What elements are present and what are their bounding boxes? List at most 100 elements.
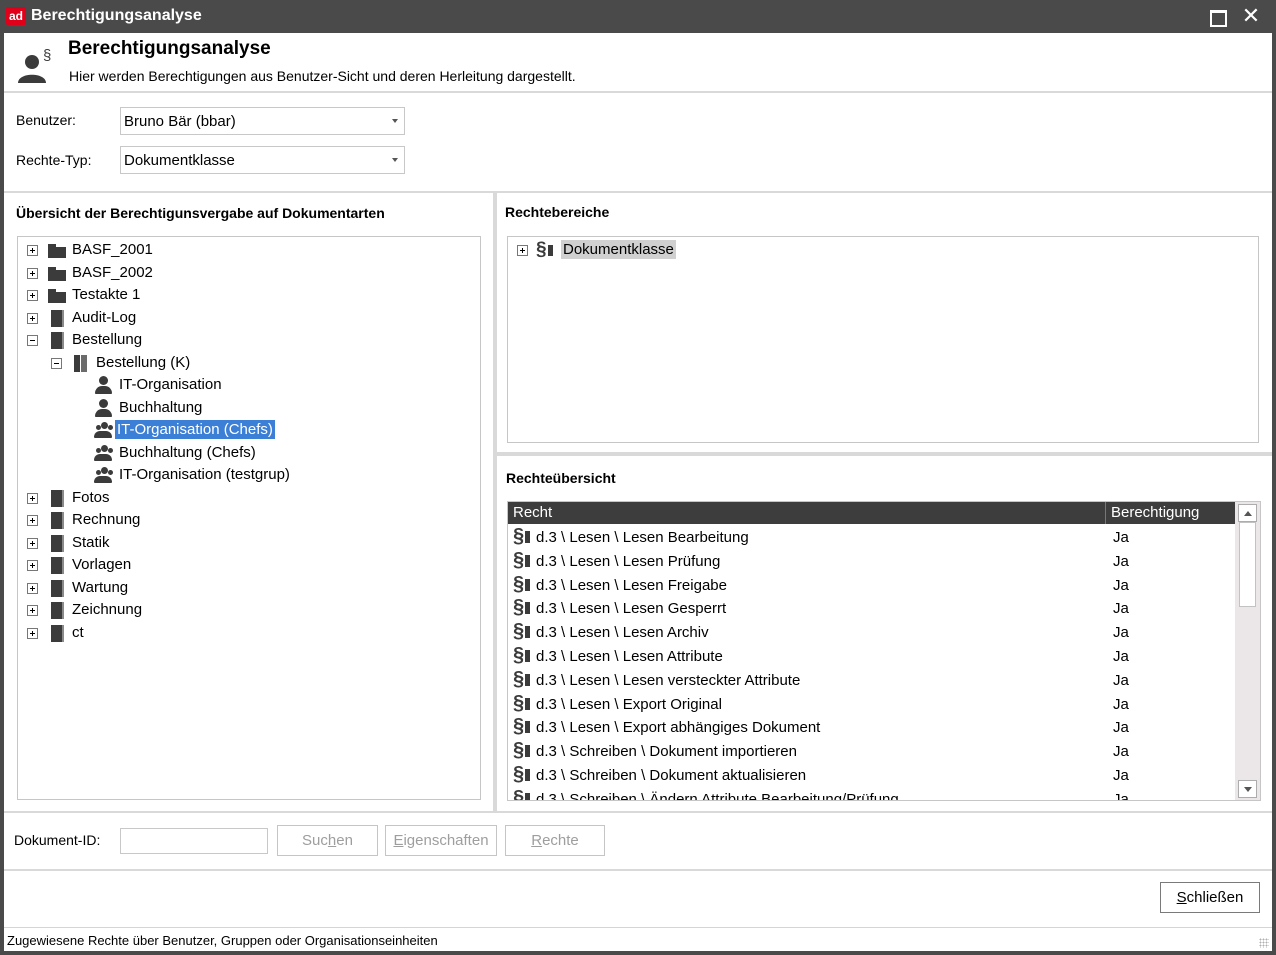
table-row[interactable]: § d.3 \ Lesen \ Lesen Prüfung Ja	[508, 549, 1235, 573]
paragraph-doc-icon: §	[513, 716, 531, 736]
document-id-input[interactable]	[120, 828, 268, 854]
search-button-accesskey: h	[327, 832, 337, 849]
tree-item-label[interactable]: IT-Organisation (testgrup)	[117, 465, 292, 484]
paragraph-doc-icon: §	[513, 621, 531, 641]
tree-item-label[interactable]: Vorlagen	[70, 555, 133, 574]
rights-type-label: Rechte-Typ:	[16, 152, 92, 168]
right-value: Ja	[1113, 552, 1129, 570]
table-row[interactable]: § d.3 \ Lesen \ Export abhängiges Dokume…	[508, 715, 1235, 739]
rights-button[interactable]: Rechte	[505, 825, 605, 856]
expand-icon[interactable]	[27, 537, 38, 549]
page-description: Hier werden Berechtigungen aus Benutzer-…	[69, 68, 576, 84]
tree-item-label[interactable]: Buchhaltung	[117, 398, 204, 417]
window-title: Berechtigungsanalyse	[31, 7, 202, 24]
divider	[4, 91, 1272, 93]
tree-item-label[interactable]: Rechnung	[70, 510, 142, 529]
scroll-down-icon[interactable]	[1238, 780, 1257, 798]
tree-item-label[interactable]: ct	[70, 623, 86, 642]
rights-type-select[interactable]: Dokumentklasse	[120, 146, 405, 174]
column-header-recht[interactable]: Recht	[513, 504, 552, 521]
tree-item-label[interactable]: IT-Organisation	[117, 375, 224, 394]
table-row[interactable]: § d.3 \ Lesen \ Lesen versteckter Attrib…	[508, 668, 1235, 692]
table-header: Recht Berechtigung	[508, 502, 1235, 524]
paragraph-doc-icon: §	[513, 693, 531, 713]
expand-icon[interactable]	[27, 492, 38, 504]
rights-table[interactable]: Recht Berechtigung § d.3 \ Lesen \ Lesen…	[507, 501, 1261, 801]
collapse-icon[interactable]	[27, 335, 38, 346]
right-value: Ja	[1113, 624, 1129, 642]
folder-icon	[48, 286, 66, 304]
table-row[interactable]: § d.3 \ Schreiben \ Ändern Attribute Bea…	[508, 787, 1235, 800]
search-button-label: en	[336, 832, 353, 849]
table-row[interactable]: § d.3 \ Lesen \ Lesen Gesperrt Ja	[508, 596, 1235, 620]
vertical-splitter[interactable]	[493, 193, 497, 813]
resize-grip-icon[interactable]	[1259, 938, 1269, 948]
dialog-client: § Berechtigungsanalyse Hier werden Berec…	[4, 33, 1272, 951]
table-row[interactable]: § d.3 \ Lesen \ Export Original Ja	[508, 692, 1235, 716]
expand-icon[interactable]	[27, 245, 38, 256]
rechteuebersicht-title: Rechteübersicht	[506, 470, 616, 486]
expand-icon[interactable]	[27, 582, 38, 594]
tree-item-label[interactable]: Buchhaltung (Chefs)	[117, 443, 258, 462]
user-select-value: Bruno Bär (bbar)	[124, 113, 236, 130]
table-row[interactable]: § d.3 \ Lesen \ Lesen Archiv Ja	[508, 620, 1235, 644]
expand-icon[interactable]	[517, 245, 528, 256]
table-row[interactable]: § d.3 \ Lesen \ Lesen Bearbeitung Ja	[508, 525, 1235, 549]
expand-icon[interactable]	[27, 605, 38, 616]
doctype-tree[interactable]: BASF_2001 BASF_2002 Testakte 1 Audit-Log…	[17, 236, 481, 800]
rights-button-label: echte	[542, 832, 579, 849]
search-button[interactable]: Suchen	[277, 825, 378, 856]
user-icon	[94, 376, 112, 394]
right-value: Ja	[1113, 648, 1129, 665]
right-name: d.3 \ Lesen \ Lesen Gesperrt	[536, 600, 727, 618]
tree-item-label[interactable]: Audit-Log	[70, 308, 138, 327]
close-button[interactable]: Schließen	[1160, 882, 1260, 913]
book-icon	[48, 601, 66, 619]
paragraph-doc-icon: §	[513, 645, 531, 665]
book-icon	[48, 511, 66, 529]
horizontal-splitter[interactable]	[497, 452, 1272, 456]
paragraph-doc-icon: §	[513, 669, 531, 689]
column-divider[interactable]	[1105, 502, 1106, 524]
expand-icon[interactable]	[27, 312, 38, 324]
properties-button[interactable]: Eigenschaften	[385, 825, 497, 856]
tree-item-label[interactable]: IT-Organisation (Chefs)	[115, 420, 275, 439]
tree-item-label[interactable]: Wartung	[70, 578, 130, 597]
user-select[interactable]: Bruno Bär (bbar)	[120, 107, 405, 135]
table-row[interactable]: § d.3 \ Lesen \ Lesen Freigabe Ja	[508, 573, 1235, 597]
close-button-label: chließen	[1186, 889, 1244, 906]
expand-icon[interactable]	[27, 290, 38, 301]
tree-item-label[interactable]: Bestellung (K)	[94, 353, 192, 372]
expand-icon[interactable]	[27, 627, 38, 639]
right-name: d.3 \ Lesen \ Lesen Prüfung	[536, 552, 721, 570]
close-window-button[interactable]: ✕	[1238, 3, 1264, 29]
tree-item-label[interactable]: BASF_2001	[70, 240, 155, 259]
expand-icon[interactable]	[27, 267, 38, 279]
expand-icon[interactable]	[27, 515, 38, 526]
paragraph-doc-icon: §	[513, 597, 531, 617]
user-label: Benutzer:	[16, 112, 76, 128]
tree-item-label[interactable]: Zeichnung	[70, 600, 144, 619]
scroll-up-icon[interactable]	[1238, 504, 1257, 522]
table-row[interactable]: § d.3 \ Lesen \ Lesen Attribute Ja	[508, 644, 1235, 668]
table-row[interactable]: § d.3 \ Schreiben \ Dokument aktualisier…	[508, 763, 1235, 787]
tree-item-label[interactable]: Testakte 1	[70, 285, 142, 304]
table-row[interactable]: § d.3 \ Schreiben \ Dokument importieren…	[508, 739, 1235, 763]
paragraph-doc-icon: §	[513, 526, 531, 546]
tree-item-label[interactable]: Dokumentklasse	[561, 240, 676, 259]
column-header-berechtigung[interactable]: Berechtigung	[1111, 504, 1199, 521]
tree-item-label[interactable]: Bestellung	[70, 330, 144, 349]
tree-item-label[interactable]: Statik	[70, 533, 112, 552]
right-name: d.3 \ Lesen \ Lesen Archiv	[536, 624, 709, 642]
rights-area-tree[interactable]: § Dokumentklasse	[507, 236, 1259, 443]
scrollbar-thumb[interactable]	[1239, 522, 1256, 607]
tree-item-label[interactable]: Fotos	[70, 488, 112, 507]
vertical-scrollbar[interactable]	[1235, 502, 1260, 800]
right-name: d.3 \ Schreiben \ Dokument aktualisieren	[536, 767, 807, 784]
maximize-button[interactable]	[1203, 3, 1229, 29]
expand-icon[interactable]	[27, 560, 38, 571]
book-icon	[48, 534, 66, 552]
tree-item-label[interactable]: BASF_2002	[70, 263, 155, 282]
collapse-icon[interactable]	[51, 357, 62, 369]
paragraph-doc-icon: §	[513, 574, 531, 594]
